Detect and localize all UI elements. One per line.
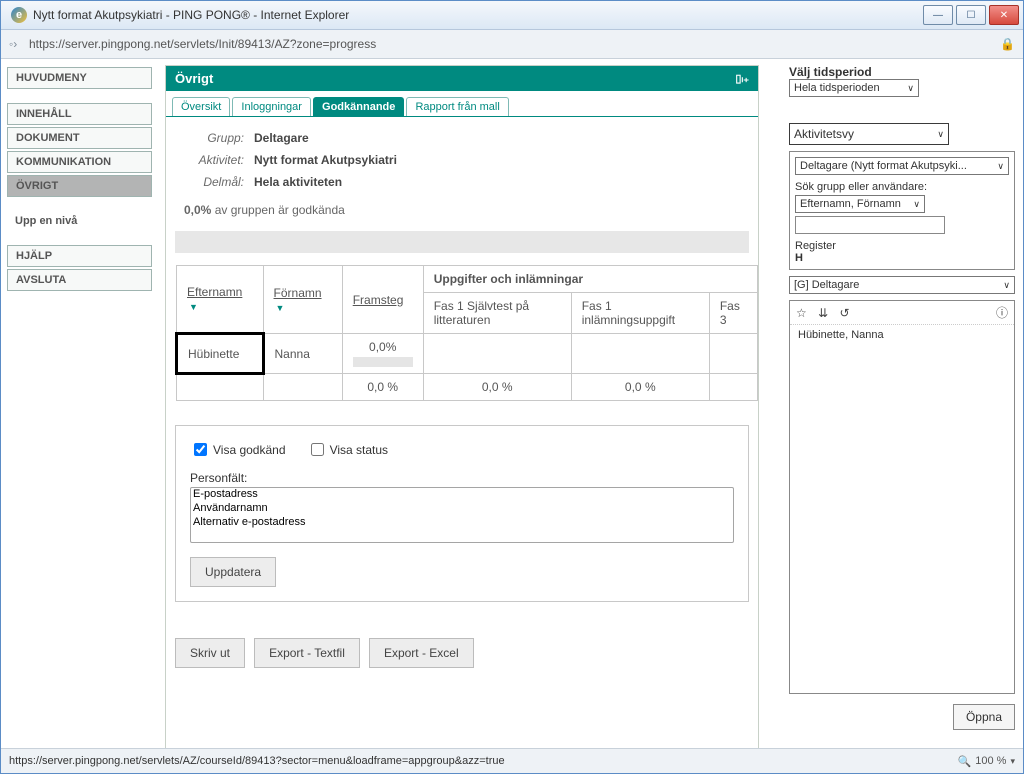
lock-icon: 🔒 [1000,37,1015,51]
table-totals: 0,0 % 0,0 % 0,0 % [177,374,758,401]
window-title: Nytt format Akutpsykiatri - PING PONG® -… [33,8,923,22]
col-group-tasks: Uppgifter och inlämningar [423,266,757,293]
meta-block: Grupp: Deltagare Aktivitet: Nytt format Ak… [166,117,758,203]
register-label: Register [795,240,1009,252]
col-progress[interactable]: Framsteg [342,266,423,334]
update-button[interactable]: Uppdatera [190,557,276,587]
checkbox-visa-status[interactable]: Visa status [307,440,388,459]
cell-firstname: Nanna [263,334,342,374]
chevron-down-icon: ∨ [913,199,920,210]
close-button[interactable]: ✕ [989,5,1019,25]
total-progress: 0,0 % [342,374,423,401]
meta-activity-value: Nytt format Akutpsykiatri [254,153,397,167]
register-letter: H [795,252,1009,264]
tabs: Översikt Inloggningar Godkännande Rappor… [166,91,758,117]
col-lastname[interactable]: Efternamn ▼ [177,266,264,334]
back-icon: ◦› [9,37,23,51]
panel-title-text: Övrigt [175,71,213,86]
personfalt-label: Personfält: [190,471,734,485]
search-input[interactable] [795,216,945,234]
user-tree: ☆ ⇊ ↺ ⓘ Hübinette, Nanna [789,300,1015,694]
cell-progress: 0,0% [342,334,423,374]
total-task1: 0,0 % [423,374,571,401]
minimize-button[interactable]: — [923,5,953,25]
search-label: Sök grupp eller användare: [795,181,1009,193]
export-text-button[interactable]: Export - Textfil [254,638,360,668]
view-select[interactable]: Aktivitetsvy∨ [789,123,949,145]
meta-group-label: Grupp: [184,131,244,145]
nav-document[interactable]: DOKUMENT [7,127,152,149]
table-row[interactable]: Hübinette Nanna 0,0% [177,334,758,374]
nav-main-menu[interactable]: HUVUDMENY [7,67,152,89]
progress-bar [353,357,413,367]
open-button[interactable]: Öppna [953,704,1015,730]
right-sidebar: Välj tidsperiod Hela tidsperioden∨ Aktiv… [789,65,1015,730]
window-titlebar: e Nytt format Akutpsykiatri - PING PONG®… [1,1,1023,30]
chevron-down-icon: ∨ [997,161,1004,172]
meta-goal-value: Hela aktiviteten [254,175,342,189]
sort-select[interactable]: Efternamn, Förnamn∨ [795,195,925,213]
filter-box: Deltagare (Nytt format Akutpsyki...∨ Sök… [789,151,1015,270]
maximize-button[interactable]: ☐ [956,5,986,25]
sort-down-icon: ▼ [189,302,198,312]
tree-item[interactable]: Hübinette, Nanna [798,329,1006,341]
nav-communication[interactable]: KOMMUNIKATION [7,151,152,173]
panel-title: Övrigt ▯ₗ₊ [166,66,758,91]
tab-overview[interactable]: Översikt [172,97,230,116]
chevron-down-icon: ▾ [1010,756,1015,767]
nav-help[interactable]: HJÄLP [7,245,152,267]
col-task2[interactable]: Fas 1 inlämningsuppgift [571,293,709,334]
chevron-down-icon: ∨ [937,129,944,140]
progress-table: Efternamn ▼ Förnamn ▼ Framsteg Uppgifter… [175,265,758,401]
grey-bar [175,231,749,253]
tab-report[interactable]: Rapport från mall [406,97,508,116]
nav-quit[interactable]: AVSLUTA [7,269,152,291]
ie-icon: e [11,7,27,23]
tab-approval[interactable]: Godkännande [313,97,404,116]
tree-group-select[interactable]: [G] Deltagare∨ [789,276,1015,294]
cell-task1 [423,334,571,374]
options-box: Visa godkänd Visa status Personfält: E-p… [175,425,749,602]
approval-summary: 0,0% 0,0% av gruppen är godkändaav grupp… [166,203,758,227]
info-icon[interactable]: ⓘ [996,304,1008,321]
cell-lastname: Hübinette [177,334,264,374]
tab-logins[interactable]: Inloggningar [232,97,311,116]
meta-activity-label: Aktivitet: [184,153,244,167]
status-bar: https://server.pingpong.net/servlets/AZ/… [1,748,1023,773]
export-excel-button[interactable]: Export - Excel [369,638,474,668]
nav-content[interactable]: INNEHÅLL [7,103,152,125]
zoom-control[interactable]: 🔍 100 % ▾ [958,755,1015,768]
chevron-down-icon: ∨ [1003,280,1010,291]
meta-group-value: Deltagare [254,131,309,145]
col-task1[interactable]: Fas 1 Självtest på litteraturen [423,293,571,334]
status-url: https://server.pingpong.net/servlets/AZ/… [9,755,505,767]
period-label: Välj tidsperiod [789,65,1015,79]
group-select[interactable]: Deltagare (Nytt format Akutpsyki...∨ [795,157,1009,175]
col-task3[interactable]: Fas 3 [709,293,757,334]
col-firstname[interactable]: Förnamn ▼ [263,266,342,334]
total-task2: 0,0 % [571,374,709,401]
chart-icon[interactable]: ▯ₗ₊ [735,72,749,85]
personfalt-select[interactable]: E-postadress Användarnamn Alternativ e-p… [190,487,734,543]
period-select[interactable]: Hela tidsperioden∨ [789,79,919,97]
checkbox-visa-godkand[interactable]: Visa godkänd [190,440,286,459]
nav-ovrigt[interactable]: ÖVRIGT [7,175,152,197]
export-row: Skriv ut Export - Textfil Export - Excel [175,624,749,668]
cell-task3 [709,334,757,374]
chevron-down-icon: ∨ [907,83,914,94]
sidebar: HUVUDMENY INNEHÅLL DOKUMENT KOMMUNIKATIO… [7,67,152,293]
address-url: https://server.pingpong.net/servlets/Ini… [29,37,376,51]
print-button[interactable]: Skriv ut [175,638,245,668]
address-bar[interactable]: ◦› https://server.pingpong.net/servlets/… [1,30,1023,59]
cell-task2 [571,334,709,374]
nav-up-level[interactable]: Upp en nivå [7,211,152,231]
main-panel: Övrigt ▯ₗ₊ Översikt Inloggningar Godkänn… [165,65,759,749]
meta-goal-label: Delmål: [184,175,244,189]
sort-down-icon: ▼ [276,303,285,313]
tree-icons[interactable]: ☆ ⇊ ↺ [796,306,854,320]
